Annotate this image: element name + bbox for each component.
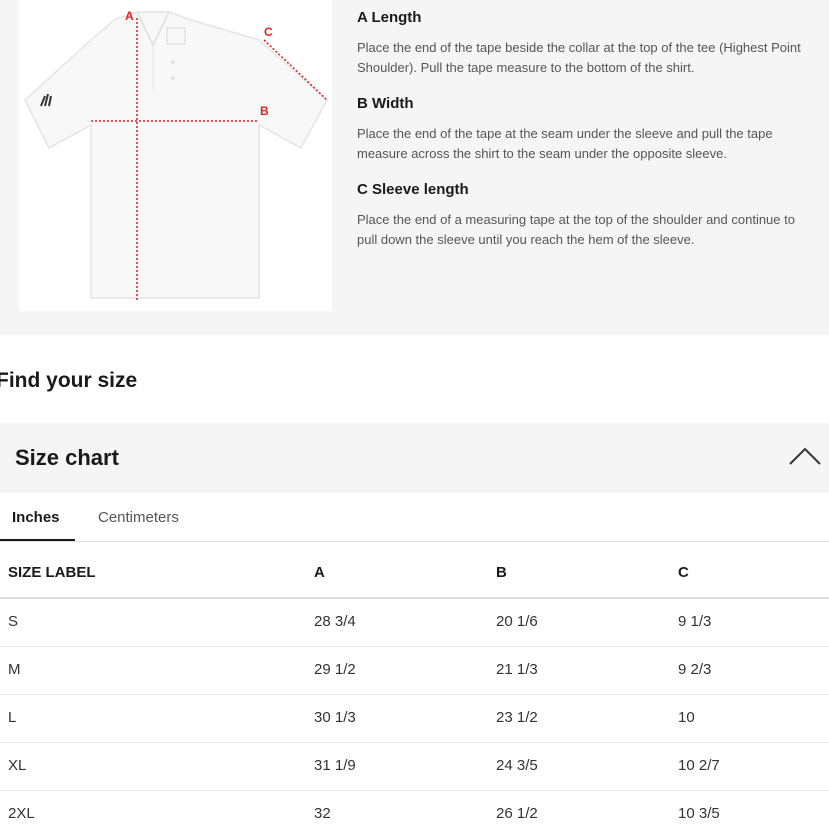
size-chart-header[interactable]: Size chart: [0, 423, 829, 493]
chevron-up-icon[interactable]: [788, 444, 822, 468]
size-cell: L: [8, 709, 17, 726]
table-row: L 30 1/3 23 1/2 10: [0, 695, 829, 743]
value-cell: 23 1/2: [496, 709, 538, 726]
size-cell: XL: [8, 757, 27, 774]
measure-length: A Length Place the end of the tape besid…: [357, 9, 817, 78]
tab-inches[interactable]: Inches: [12, 509, 60, 526]
table-row: S 28 3/4 20 1/6 9 1/3: [0, 599, 829, 647]
active-tab-indicator: [0, 539, 75, 541]
value-cell: 21 1/3: [496, 661, 538, 678]
value-cell: 30 1/3: [314, 709, 356, 726]
measure-length-title: A Length: [357, 9, 422, 26]
table-row: 2XL 32 26 1/2 10 3/5: [0, 791, 829, 834]
value-cell: 9 2/3: [678, 661, 712, 678]
value-cell: 29 1/2: [314, 661, 356, 678]
label-a: A: [125, 9, 134, 23]
measure-width: B Width Place the end of the tape at the…: [357, 95, 817, 164]
value-cell: 24 3/5: [496, 757, 538, 774]
measure-width-text: Place the end of the tape at the seam un…: [357, 126, 773, 161]
find-your-size-heading: Find your size: [0, 369, 138, 392]
measure-sleeve-text: Place the end of a measuring tape at the…: [357, 212, 795, 247]
size-cell: S: [8, 613, 19, 630]
value-cell: 10 2/7: [678, 757, 720, 774]
measure-sleeve: C Sleeve length Place the end of a measu…: [357, 181, 817, 250]
unit-tabs: Inches Centimeters: [0, 493, 829, 542]
measure-width-title: B Width: [357, 95, 414, 112]
column-header: C: [678, 564, 689, 581]
table-row: XL 31 1/9 24 3/5 10 2/7: [0, 743, 829, 791]
size-cell: M: [8, 661, 21, 678]
table-header-row: SIZE LABEL A B C: [0, 542, 829, 599]
column-header: A: [314, 564, 325, 581]
measurement-guide: A B C A Length Place the end of the tape…: [0, 0, 829, 335]
value-cell: 20 1/6: [496, 613, 538, 630]
column-header: B: [496, 564, 507, 581]
column-header: SIZE LABEL: [8, 564, 96, 581]
value-cell: 26 1/2: [496, 805, 538, 822]
measure-length-text: Place the end of the tape beside the col…: [357, 40, 801, 75]
value-cell: 31 1/9: [314, 757, 356, 774]
value-cell: 28 3/4: [314, 613, 356, 630]
value-cell: 9 1/3: [678, 613, 712, 630]
value-cell: 10: [678, 709, 695, 726]
value-cell: 10 3/5: [678, 805, 720, 822]
tab-centimeters[interactable]: Centimeters: [98, 509, 179, 526]
size-chart-title: Size chart: [15, 445, 119, 470]
label-c: C: [264, 25, 273, 39]
size-cell: 2XL: [8, 805, 35, 822]
shirt-diagram: A B C: [19, 0, 332, 311]
size-table: SIZE LABEL A B C S 28 3/4 20 1/6 9 1/3 M…: [0, 542, 829, 834]
measure-sleeve-title: C Sleeve length: [357, 181, 469, 198]
table-row: M 29 1/2 21 1/3 9 2/3: [0, 647, 829, 695]
label-b: B: [260, 104, 269, 118]
polo-shirt-illustration: A B C: [24, 9, 328, 300]
value-cell: 32: [314, 805, 331, 822]
